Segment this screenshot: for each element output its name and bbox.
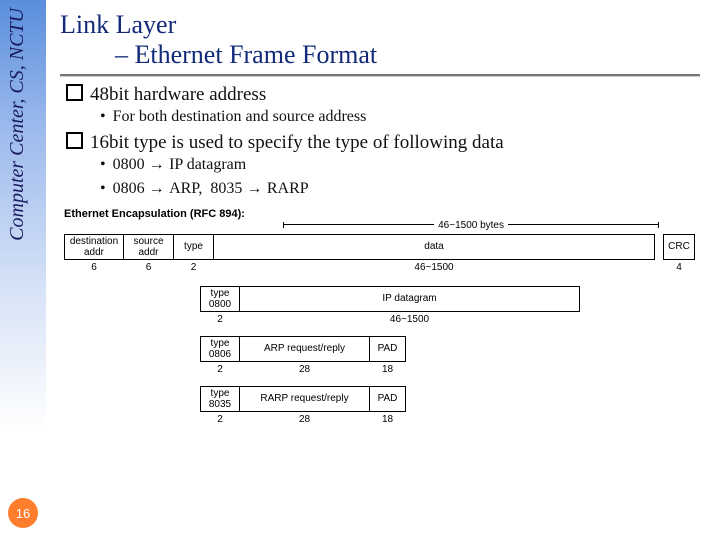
range-indicator: 46~1500 bytes [283, 220, 659, 231]
slide-content: Link Layer – Ethernet Frame Format 48bit… [60, 10, 710, 412]
sub2-data-size: 28 [240, 364, 369, 375]
sub1-data-cell: IP datagram 46~1500 [240, 286, 580, 312]
sidebar: Computer Center, CS, NCTU 16 [0, 0, 46, 540]
bullet-2-text: 16bit type is used to specify the type o… [90, 132, 504, 153]
sub-row-rarp: type 8035 2 RARP request/reply 28 PAD 18 [200, 386, 695, 412]
src-label-2: addr [124, 247, 173, 258]
type-label: type [174, 241, 213, 252]
sub2-type-size: 2 [201, 364, 239, 375]
sub3-data-cell: RARP request/reply 28 [240, 386, 370, 412]
ethernet-diagram: Ethernet Encapsulation (RFC 894): 46~150… [60, 208, 695, 412]
encapsulation-title: Ethernet Encapsulation (RFC 894): [64, 208, 695, 220]
crc-size: 4 [664, 262, 694, 273]
sub3-pad-size: 18 [370, 414, 405, 425]
sub2-type-label: type [201, 338, 239, 349]
slide-title: Link Layer – Ethernet Frame Format [60, 10, 710, 70]
src-size: 6 [124, 262, 173, 273]
dest-label-2: addr [65, 247, 123, 258]
crc-label: CRC [664, 241, 694, 252]
bullet-1-sub: • For both destination and source address [100, 108, 710, 126]
sub-row-arp: type 0806 2 ARP request/reply 28 PAD 18 [200, 336, 695, 362]
data-size: 46~1500 [214, 262, 654, 273]
sub2-type-code: 0806 [201, 349, 239, 360]
sub3-data-size: 28 [240, 414, 369, 425]
sub2-pad-label: PAD [370, 343, 405, 354]
org-label: Computer Center, CS, NCTU [6, 8, 29, 241]
title-line-1: Link Layer [60, 10, 710, 40]
crc-cell: CRC 4 [663, 234, 695, 260]
bullet-2: 16bit type is used to specify the type o… [60, 132, 710, 154]
sub1-data-size: 46~1500 [240, 314, 579, 325]
bullet-2-sub2: • 0806 → ARP, 8035 → RARP [100, 180, 710, 198]
arp-label: ARP, [169, 180, 202, 197]
sub-row-ip: type 0800 2 IP datagram 46~1500 [200, 286, 695, 312]
type-size: 2 [174, 262, 213, 273]
sub3-data-label: RARP request/reply [240, 393, 369, 404]
rarp-label: RARP [267, 180, 309, 197]
sub2-pad-cell: PAD 18 [370, 336, 406, 362]
ip-datagram-label: IP datagram [169, 156, 246, 173]
sub1-type-code: 0800 [201, 299, 239, 310]
sub1-type-label: type [201, 288, 239, 299]
sub3-pad-label: PAD [370, 393, 405, 404]
data-cell: data 46~1500 [214, 234, 655, 260]
dest-addr-cell: destination addr 6 [64, 234, 124, 260]
title-line-2: – Ethernet Frame Format [60, 40, 710, 70]
sub1-data-label: IP datagram [240, 293, 579, 304]
bullet-list: 48bit hardware address • For both destina… [60, 84, 710, 198]
bullet-1-sub-text: For both destination and source address [113, 108, 367, 125]
range-label: 46~1500 bytes [434, 220, 508, 231]
arrow-icon: → [149, 156, 169, 173]
data-label: data [214, 241, 654, 252]
src-addr-cell: source addr 6 [124, 234, 174, 260]
dest-size: 6 [65, 262, 123, 273]
arrow-icon: → [149, 180, 169, 197]
sub3-type-label: type [201, 388, 239, 399]
sub2-data-label: ARP request/reply [240, 343, 369, 354]
bullet-2-sub1: • 0800 → IP datagram [100, 156, 710, 174]
type-cell: type 2 [174, 234, 214, 260]
sub3-type-code: 8035 [201, 399, 239, 410]
page-number-badge: 16 [8, 498, 38, 528]
bullet-1-text: 48bit hardware address [90, 84, 266, 105]
code-8035: 8035 [210, 180, 242, 197]
sub2-data-cell: ARP request/reply 28 [240, 336, 370, 362]
sub3-type-cell: type 8035 2 [200, 386, 240, 412]
sub1-type-size: 2 [201, 314, 239, 325]
code-0800: 0800 [113, 156, 145, 173]
sub3-type-size: 2 [201, 414, 239, 425]
square-bullet-icon [66, 84, 83, 101]
dot-bullet-icon: • [100, 156, 106, 173]
dot-bullet-icon: • [100, 108, 106, 125]
bullet-1: 48bit hardware address [60, 84, 710, 106]
sub3-pad-cell: PAD 18 [370, 386, 406, 412]
sub2-pad-size: 18 [370, 364, 405, 375]
dot-bullet-icon: • [100, 180, 106, 197]
frame-header-row: destination addr 6 source addr 6 type 2 … [64, 234, 695, 260]
sub1-type-cell: type 0800 2 [200, 286, 240, 312]
title-underline [60, 74, 700, 76]
arrow-icon: → [246, 180, 266, 197]
code-0806: 0806 [113, 180, 145, 197]
sub2-type-cell: type 0806 2 [200, 336, 240, 362]
dest-label-1: destination [65, 236, 123, 247]
square-bullet-icon [66, 132, 83, 149]
src-label-1: source [124, 236, 173, 247]
